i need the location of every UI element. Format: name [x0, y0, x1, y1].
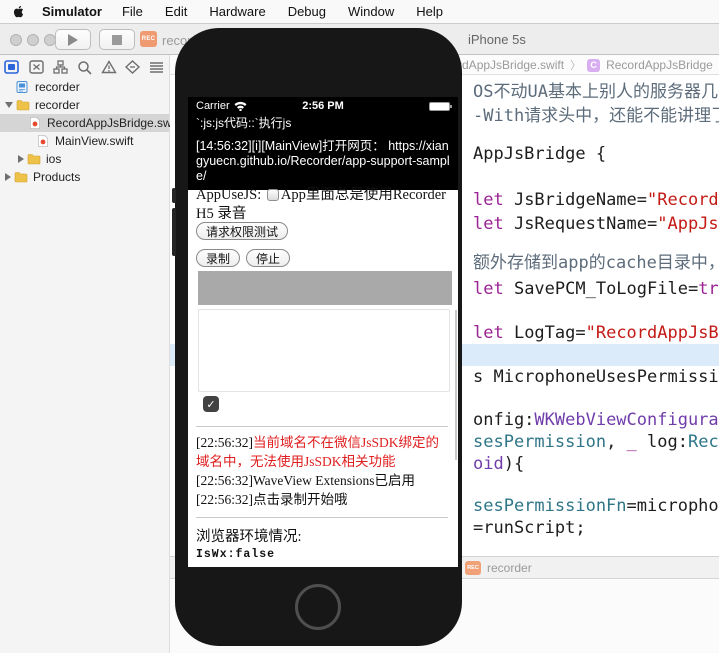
- js-exec-log: `:js:js代码::`执行js: [196, 114, 291, 131]
- project-navigator-sidebar: recorder recorder RecordAppJsBridge.swift M…: [0, 55, 170, 653]
- swift-icon: [28, 117, 47, 129]
- find-navigator-icon[interactable]: [72, 58, 96, 76]
- file-label: Products: [33, 170, 80, 184]
- play-icon: [68, 34, 78, 46]
- source-control-navigator-icon[interactable]: [24, 58, 48, 76]
- request-permission-button[interactable]: 请求权限测试: [196, 222, 288, 240]
- code-line: let JsBridgeName="Record: [473, 189, 719, 211]
- file-label: RecordAppJsBridge.swift: [47, 116, 181, 130]
- code-line: =runScript;: [473, 517, 586, 539]
- breakpoint-navigator-icon[interactable]: [121, 58, 145, 76]
- mute-switch: [172, 188, 176, 203]
- file-tree: recorder recorder RecordAppJsBridge.swift M…: [0, 78, 169, 186]
- stop-button[interactable]: [99, 29, 135, 50]
- menu-item-edit[interactable]: Edit: [165, 4, 187, 19]
- env-iswx-value: IsWx:false: [196, 548, 275, 561]
- menu-item-debug[interactable]: Debug: [288, 4, 326, 19]
- project-icon: [16, 81, 35, 93]
- webview: AppUseJS: App里面总是使用Recorder H5 录音 请求权限测试…: [188, 190, 458, 567]
- record-button[interactable]: 录制: [196, 249, 240, 267]
- code-line: -With请求头中，还能不能讲理了: [473, 105, 719, 127]
- web-log-line: [22:56:32]WaveView Extensions已启用: [196, 471, 448, 490]
- divider: [196, 426, 448, 427]
- report-navigator-icon[interactable]: [145, 58, 169, 76]
- class-badge-icon: C: [587, 59, 600, 72]
- run-button[interactable]: [55, 29, 91, 50]
- code-line: onfig:WKWebViewConfigura: [473, 409, 719, 431]
- issue-navigator-icon[interactable]: [97, 58, 121, 76]
- web-log-line: [22:56:32]点击录制开始哦: [196, 490, 448, 509]
- sidebar-item-mainview-swift[interactable]: MainView.swift: [0, 132, 169, 150]
- volume-buttons: [172, 208, 176, 256]
- menu-items: Simulator File Edit Hardware Debug Window Help: [42, 3, 465, 21]
- file-label: MainView.swift: [55, 134, 133, 148]
- native-log-header: Carrier 2:56 PM `:js:js代码::`执行js [14:56:…: [188, 97, 458, 190]
- folder-icon: [14, 171, 33, 183]
- folder-icon: [27, 153, 46, 165]
- sidebar-item-products[interactable]: Products: [0, 168, 169, 186]
- code-line: AppJsBridge {: [473, 143, 606, 165]
- breadcrumb-symbol[interactable]: RecordAppJsBridge: [606, 58, 713, 72]
- debug-app-icon: REC: [465, 561, 481, 575]
- menu-item-simulator[interactable]: Simulator: [42, 4, 102, 19]
- code-line: let SavePCM_ToLogFile=tr: [473, 278, 719, 300]
- sidebar-item-recorder[interactable]: recorder: [0, 96, 169, 114]
- status-time: 2:56 PM: [188, 100, 458, 112]
- log-enable-checkbox[interactable]: ✓: [203, 396, 219, 412]
- wave-panel: [198, 309, 450, 392]
- disclosure-triangle-icon[interactable]: [5, 173, 11, 181]
- disclosure-triangle-icon[interactable]: [5, 102, 13, 108]
- appusejs-checkbox[interactable]: [267, 189, 279, 201]
- menu-item-hardware[interactable]: Hardware: [209, 4, 265, 19]
- iphone-simulator-window: Carrier 2:56 PM `:js:js代码::`执行js [14:56:…: [175, 28, 462, 646]
- simulator-screen: Carrier 2:56 PM `:js:js代码::`执行js [14:56:…: [188, 97, 458, 567]
- minimize-window-button[interactable]: [27, 34, 39, 46]
- app-icon-rec: REC: [140, 31, 157, 47]
- close-window-button[interactable]: [10, 34, 22, 46]
- menu-item-help[interactable]: Help: [416, 4, 443, 19]
- code-line: oid){: [473, 453, 524, 475]
- waveform-bar: [198, 271, 452, 305]
- webview-scrollbar[interactable]: [455, 310, 457, 460]
- swift-icon: [36, 135, 55, 147]
- open-url-log: [14:56:32][i][MainView]打开网页： https://xia…: [196, 139, 452, 184]
- apple-menu-icon[interactable]: [12, 4, 26, 19]
- code-line: sesPermissionFn=micropho: [473, 495, 719, 517]
- code-line: OS不动UA基本上别人的服务器几乎: [473, 81, 719, 103]
- file-label: ios: [46, 152, 61, 166]
- file-label: recorder: [35, 98, 80, 112]
- env-title: 浏览器环境情况:: [196, 525, 302, 546]
- sidebar-item-recordappjsbridge-swift[interactable]: RecordAppJsBridge.swift: [0, 114, 169, 132]
- sidebar-item-recorder[interactable]: recorder: [0, 78, 169, 96]
- debug-process-label[interactable]: recorder: [487, 561, 532, 575]
- code-line: sesPermission, _ log:Rec: [473, 431, 719, 453]
- divider: [196, 517, 448, 518]
- stop-icon: [112, 35, 122, 45]
- menu-item-file[interactable]: File: [122, 4, 143, 19]
- breadcrumb-separator-icon: 〉: [570, 57, 581, 73]
- ios-status-bar: Carrier 2:56 PM: [188, 99, 458, 113]
- disclosure-triangle-icon[interactable]: [18, 155, 24, 163]
- code-line: let JsRequestName="AppJs: [473, 213, 719, 235]
- macos-menu-bar: Simulator File Edit Hardware Debug Window Help: [0, 0, 719, 24]
- folder-icon: [16, 99, 35, 111]
- symbol-navigator-icon[interactable]: [48, 58, 72, 76]
- menu-item-window[interactable]: Window: [348, 4, 394, 19]
- file-label: recorder: [35, 80, 80, 94]
- code-line: let LogTag="RecordAppJsB: [473, 322, 719, 344]
- code-line: s MicrophoneUsesPermissi: [473, 366, 719, 388]
- battery-icon: [429, 102, 450, 111]
- navigator-tab-bar: [0, 57, 169, 77]
- web-log-line: [22:56:32]当前域名不在微信JsSDK绑定的域名中，无法使用JsSDK相…: [196, 433, 448, 471]
- code-line: 额外存储到app的cache目录中，: [473, 252, 719, 274]
- web-log-list: [22:56:32]当前域名不在微信JsSDK绑定的域名中，无法使用JsSDK相…: [196, 433, 448, 509]
- home-button[interactable]: [295, 584, 341, 630]
- sidebar-item-ios[interactable]: ios: [0, 150, 169, 168]
- appusejs-line: AppUseJS: App里面总是使用Recorder H5 录音: [196, 186, 452, 224]
- stop-record-button[interactable]: 停止: [246, 249, 290, 267]
- scheme-device-label[interactable]: iPhone 5s: [468, 32, 526, 47]
- project-navigator-icon[interactable]: [0, 58, 24, 76]
